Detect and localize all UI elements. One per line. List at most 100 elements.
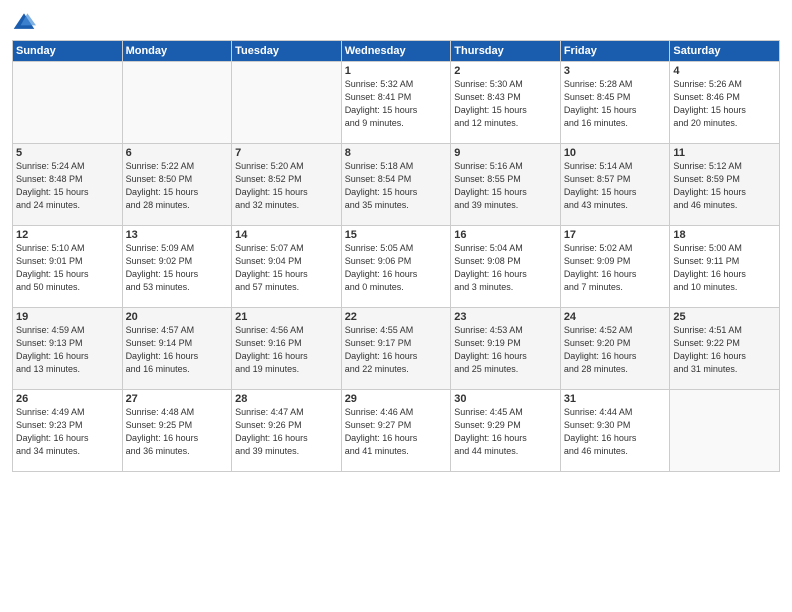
- day-info: Sunrise: 4:49 AM Sunset: 9:23 PM Dayligh…: [16, 406, 119, 458]
- day-number: 2: [454, 65, 557, 77]
- day-info: Sunrise: 5:00 AM Sunset: 9:11 PM Dayligh…: [673, 242, 776, 294]
- calendar-cell: 10Sunrise: 5:14 AM Sunset: 8:57 PM Dayli…: [560, 144, 670, 226]
- calendar-week-row: 19Sunrise: 4:59 AM Sunset: 9:13 PM Dayli…: [13, 308, 780, 390]
- day-info: Sunrise: 4:51 AM Sunset: 9:22 PM Dayligh…: [673, 324, 776, 376]
- calendar-cell: 14Sunrise: 5:07 AM Sunset: 9:04 PM Dayli…: [232, 226, 342, 308]
- day-info: Sunrise: 4:56 AM Sunset: 9:16 PM Dayligh…: [235, 324, 338, 376]
- calendar-cell: [232, 62, 342, 144]
- header: [12, 10, 780, 34]
- weekday-header-sunday: Sunday: [13, 41, 123, 62]
- day-info: Sunrise: 4:48 AM Sunset: 9:25 PM Dayligh…: [126, 406, 229, 458]
- day-number: 18: [673, 229, 776, 241]
- calendar-cell: 19Sunrise: 4:59 AM Sunset: 9:13 PM Dayli…: [13, 308, 123, 390]
- weekday-header-tuesday: Tuesday: [232, 41, 342, 62]
- calendar-cell: 27Sunrise: 4:48 AM Sunset: 9:25 PM Dayli…: [122, 390, 232, 472]
- day-info: Sunrise: 5:09 AM Sunset: 9:02 PM Dayligh…: [126, 242, 229, 294]
- calendar-cell: 28Sunrise: 4:47 AM Sunset: 9:26 PM Dayli…: [232, 390, 342, 472]
- calendar-cell: [122, 62, 232, 144]
- calendar-cell: 7Sunrise: 5:20 AM Sunset: 8:52 PM Daylig…: [232, 144, 342, 226]
- calendar-cell: 22Sunrise: 4:55 AM Sunset: 9:17 PM Dayli…: [341, 308, 451, 390]
- day-info: Sunrise: 5:18 AM Sunset: 8:54 PM Dayligh…: [345, 160, 448, 212]
- weekday-header-thursday: Thursday: [451, 41, 561, 62]
- calendar-cell: 16Sunrise: 5:04 AM Sunset: 9:08 PM Dayli…: [451, 226, 561, 308]
- day-number: 10: [564, 147, 667, 159]
- calendar-cell: 4Sunrise: 5:26 AM Sunset: 8:46 PM Daylig…: [670, 62, 780, 144]
- day-number: 9: [454, 147, 557, 159]
- day-number: 24: [564, 311, 667, 323]
- day-info: Sunrise: 4:44 AM Sunset: 9:30 PM Dayligh…: [564, 406, 667, 458]
- day-info: Sunrise: 5:16 AM Sunset: 8:55 PM Dayligh…: [454, 160, 557, 212]
- weekday-header-monday: Monday: [122, 41, 232, 62]
- calendar-week-row: 12Sunrise: 5:10 AM Sunset: 9:01 PM Dayli…: [13, 226, 780, 308]
- day-info: Sunrise: 5:30 AM Sunset: 8:43 PM Dayligh…: [454, 78, 557, 130]
- calendar-cell: 2Sunrise: 5:30 AM Sunset: 8:43 PM Daylig…: [451, 62, 561, 144]
- day-number: 14: [235, 229, 338, 241]
- calendar-cell: 26Sunrise: 4:49 AM Sunset: 9:23 PM Dayli…: [13, 390, 123, 472]
- calendar-cell: 5Sunrise: 5:24 AM Sunset: 8:48 PM Daylig…: [13, 144, 123, 226]
- day-number: 3: [564, 65, 667, 77]
- day-number: 4: [673, 65, 776, 77]
- day-number: 13: [126, 229, 229, 241]
- day-number: 16: [454, 229, 557, 241]
- calendar-cell: [13, 62, 123, 144]
- calendar-week-row: 26Sunrise: 4:49 AM Sunset: 9:23 PM Dayli…: [13, 390, 780, 472]
- day-info: Sunrise: 5:28 AM Sunset: 8:45 PM Dayligh…: [564, 78, 667, 130]
- calendar-cell: 31Sunrise: 4:44 AM Sunset: 9:30 PM Dayli…: [560, 390, 670, 472]
- weekday-header-saturday: Saturday: [670, 41, 780, 62]
- calendar-cell: [670, 390, 780, 472]
- calendar-week-row: 5Sunrise: 5:24 AM Sunset: 8:48 PM Daylig…: [13, 144, 780, 226]
- day-number: 17: [564, 229, 667, 241]
- day-info: Sunrise: 5:10 AM Sunset: 9:01 PM Dayligh…: [16, 242, 119, 294]
- day-info: Sunrise: 4:59 AM Sunset: 9:13 PM Dayligh…: [16, 324, 119, 376]
- day-info: Sunrise: 5:20 AM Sunset: 8:52 PM Dayligh…: [235, 160, 338, 212]
- logo: [12, 10, 40, 34]
- calendar-table: SundayMondayTuesdayWednesdayThursdayFrid…: [12, 40, 780, 472]
- day-number: 21: [235, 311, 338, 323]
- calendar-cell: 3Sunrise: 5:28 AM Sunset: 8:45 PM Daylig…: [560, 62, 670, 144]
- day-info: Sunrise: 5:24 AM Sunset: 8:48 PM Dayligh…: [16, 160, 119, 212]
- day-info: Sunrise: 5:26 AM Sunset: 8:46 PM Dayligh…: [673, 78, 776, 130]
- day-number: 6: [126, 147, 229, 159]
- calendar-page: SundayMondayTuesdayWednesdayThursdayFrid…: [0, 0, 792, 612]
- day-info: Sunrise: 4:47 AM Sunset: 9:26 PM Dayligh…: [235, 406, 338, 458]
- day-number: 30: [454, 393, 557, 405]
- day-info: Sunrise: 4:52 AM Sunset: 9:20 PM Dayligh…: [564, 324, 667, 376]
- logo-icon: [12, 10, 36, 34]
- calendar-cell: 20Sunrise: 4:57 AM Sunset: 9:14 PM Dayli…: [122, 308, 232, 390]
- calendar-cell: 18Sunrise: 5:00 AM Sunset: 9:11 PM Dayli…: [670, 226, 780, 308]
- calendar-cell: 13Sunrise: 5:09 AM Sunset: 9:02 PM Dayli…: [122, 226, 232, 308]
- day-number: 8: [345, 147, 448, 159]
- day-number: 29: [345, 393, 448, 405]
- day-number: 15: [345, 229, 448, 241]
- day-info: Sunrise: 4:46 AM Sunset: 9:27 PM Dayligh…: [345, 406, 448, 458]
- day-info: Sunrise: 5:12 AM Sunset: 8:59 PM Dayligh…: [673, 160, 776, 212]
- calendar-cell: 15Sunrise: 5:05 AM Sunset: 9:06 PM Dayli…: [341, 226, 451, 308]
- weekday-header-row: SundayMondayTuesdayWednesdayThursdayFrid…: [13, 41, 780, 62]
- calendar-cell: 9Sunrise: 5:16 AM Sunset: 8:55 PM Daylig…: [451, 144, 561, 226]
- day-number: 31: [564, 393, 667, 405]
- calendar-cell: 30Sunrise: 4:45 AM Sunset: 9:29 PM Dayli…: [451, 390, 561, 472]
- day-info: Sunrise: 5:05 AM Sunset: 9:06 PM Dayligh…: [345, 242, 448, 294]
- weekday-header-friday: Friday: [560, 41, 670, 62]
- calendar-week-row: 1Sunrise: 5:32 AM Sunset: 8:41 PM Daylig…: [13, 62, 780, 144]
- day-number: 19: [16, 311, 119, 323]
- calendar-cell: 8Sunrise: 5:18 AM Sunset: 8:54 PM Daylig…: [341, 144, 451, 226]
- day-info: Sunrise: 5:14 AM Sunset: 8:57 PM Dayligh…: [564, 160, 667, 212]
- day-number: 25: [673, 311, 776, 323]
- day-number: 5: [16, 147, 119, 159]
- weekday-header-wednesday: Wednesday: [341, 41, 451, 62]
- calendar-cell: 6Sunrise: 5:22 AM Sunset: 8:50 PM Daylig…: [122, 144, 232, 226]
- day-number: 28: [235, 393, 338, 405]
- day-number: 22: [345, 311, 448, 323]
- day-info: Sunrise: 5:02 AM Sunset: 9:09 PM Dayligh…: [564, 242, 667, 294]
- day-number: 23: [454, 311, 557, 323]
- day-info: Sunrise: 4:53 AM Sunset: 9:19 PM Dayligh…: [454, 324, 557, 376]
- day-info: Sunrise: 5:22 AM Sunset: 8:50 PM Dayligh…: [126, 160, 229, 212]
- calendar-cell: 23Sunrise: 4:53 AM Sunset: 9:19 PM Dayli…: [451, 308, 561, 390]
- day-number: 11: [673, 147, 776, 159]
- calendar-cell: 21Sunrise: 4:56 AM Sunset: 9:16 PM Dayli…: [232, 308, 342, 390]
- day-info: Sunrise: 4:45 AM Sunset: 9:29 PM Dayligh…: [454, 406, 557, 458]
- calendar-cell: 11Sunrise: 5:12 AM Sunset: 8:59 PM Dayli…: [670, 144, 780, 226]
- day-number: 20: [126, 311, 229, 323]
- calendar-cell: 17Sunrise: 5:02 AM Sunset: 9:09 PM Dayli…: [560, 226, 670, 308]
